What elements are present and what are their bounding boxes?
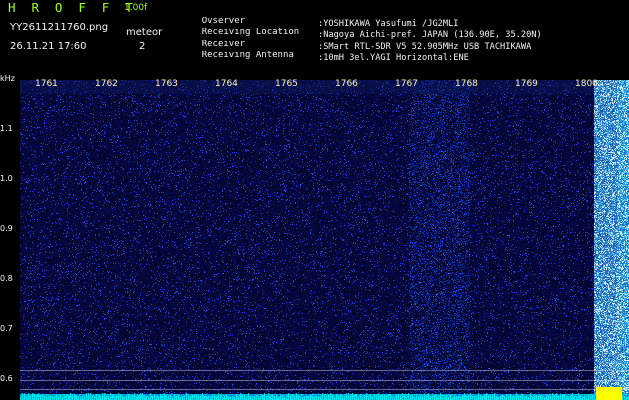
image-filename: YY2611211760.png [10,22,109,33]
frequency-tick-label: 0.8 [0,274,13,283]
frequency-axis: 1.1 1.0 0.9 0.8 0.7 0.6 [0,80,20,400]
frequency-tick-label: 0.6 [0,374,13,383]
antenna-label: Receiving Antenna [201,51,294,60]
meteor-count: 2 [139,41,146,52]
frequency-tick-label: 0.7 [0,324,13,333]
timestamp: 26.11.21 17:60 [10,41,87,52]
antenna-value: :10mH 3el.YAGI Horizontal:ENE [317,53,469,63]
app-name: H R O F F T [8,0,137,15]
frequency-tick-label: 1.1 [0,124,13,133]
hroft-screen: H R O F F T 1.00f YY2611211760.png 26.11… [0,0,629,400]
antenna-row: Receiving Antenna :10mH 3el.YAGI Horizont… [180,42,475,72]
spectrogram-display [20,80,629,400]
spectrogram-noise-canvas [20,80,629,400]
frequency-tick-label: 0.9 [0,224,13,233]
version-number: 1.00f [124,3,148,13]
meteor-label: meteor [126,27,163,38]
frequency-tick-label: 1.0 [0,174,13,183]
